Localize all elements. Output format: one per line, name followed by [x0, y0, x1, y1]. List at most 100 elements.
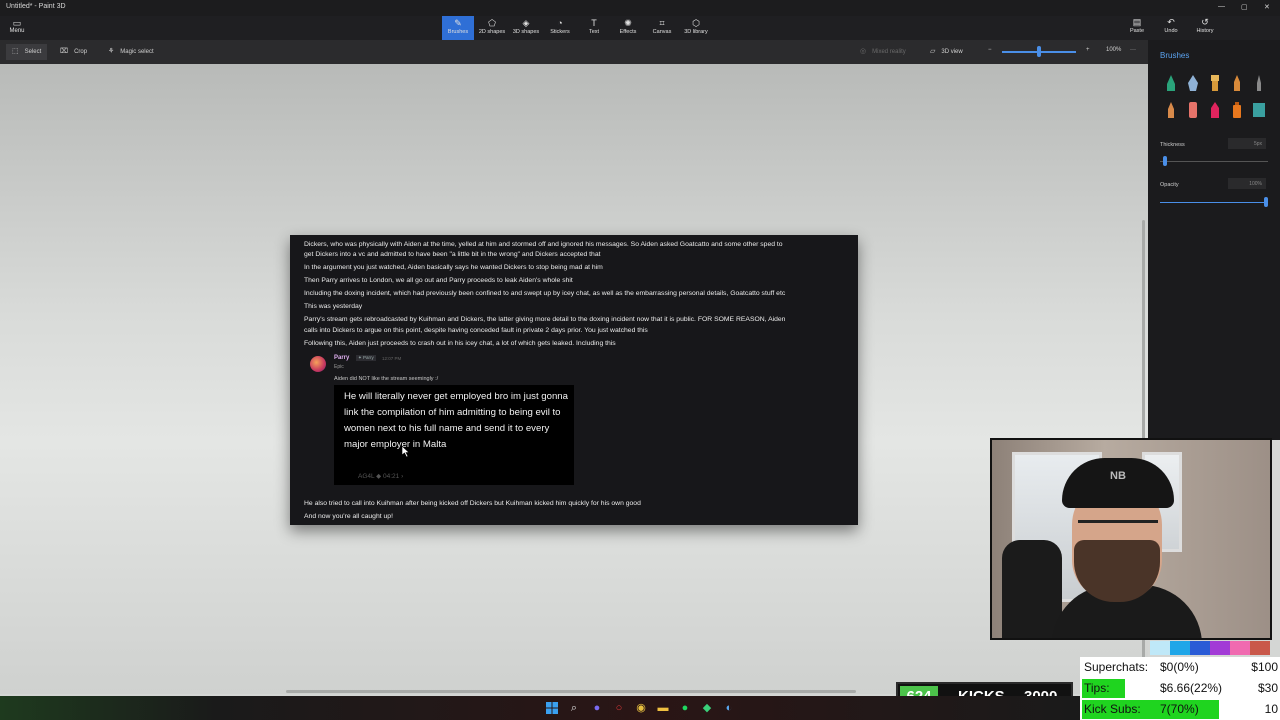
paste-button[interactable]: ▤ Paste	[1122, 17, 1152, 34]
app-icon[interactable]: ◆	[700, 701, 714, 715]
thickness-slider-handle[interactable]	[1163, 156, 1167, 166]
opacity-input[interactable]: 100%	[1228, 178, 1266, 189]
opacity-slider-handle[interactable]	[1264, 197, 1268, 207]
message-time: 12:07 PM	[382, 356, 402, 361]
tab-3d-shapes[interactable]: ◈ 3D shapes	[510, 16, 542, 40]
watercolor-brush-icon[interactable]	[1230, 74, 1244, 92]
thickness-input[interactable]: 5px	[1228, 138, 1266, 149]
goal-target: 10	[1264, 702, 1278, 716]
doc-line: Following this, Aiden just proceeds to c…	[304, 340, 616, 347]
mouse-cursor-icon	[402, 446, 410, 457]
goal-label: Kick Subs:	[1084, 702, 1141, 716]
message-role-tag: ✦ Parry	[356, 355, 376, 361]
discord-icon[interactable]: ●	[590, 701, 604, 715]
tab-effects[interactable]: ✺ Effects	[612, 16, 644, 40]
doc-line: Parry's stream gets rebroadcasted by Kui…	[304, 316, 786, 323]
goal-target: $30	[1257, 681, 1278, 695]
pencil-icon[interactable]	[1164, 101, 1178, 119]
file-explorer-icon[interactable]: ▬	[656, 701, 670, 715]
pasted-screenshot[interactable]: Dickers, who was physically with Aiden a…	[290, 235, 858, 525]
doc-line: get Dickers into a vc and admitted to ha…	[304, 251, 601, 258]
stickers-icon: ◔	[557, 18, 563, 28]
goal-kick-subs: Kick Subs: 7(70%) 10	[1080, 699, 1280, 720]
message-author: Parry	[334, 355, 350, 361]
effects-icon: ✺	[624, 18, 632, 28]
thickness-slider-track[interactable]	[1160, 161, 1268, 162]
spotify-icon[interactable]: ●	[678, 701, 692, 715]
stream-goals: Superchats: $0(0%) $100 Tips: $6.66(22%)…	[1080, 657, 1280, 720]
title-bar: Untitled* - Paint 3D — ▢ ✕	[0, 0, 1280, 16]
doc-line: In the argument you just watched, Aiden …	[304, 264, 603, 271]
window-title: Untitled* - Paint 3D	[6, 3, 66, 10]
tab-brushes[interactable]: ✎ Brushes	[442, 16, 474, 40]
chrome-icon[interactable]: ◉	[634, 701, 648, 715]
eraser-icon[interactable]	[1186, 101, 1200, 119]
tab-canvas[interactable]: ⌗ Canvas	[646, 16, 678, 40]
search-icon[interactable]: ⌕	[567, 701, 581, 715]
calligraphy-pen-icon[interactable]	[1186, 74, 1200, 92]
undo-button[interactable]: ↶ Undo	[1156, 17, 1186, 34]
minimize-button[interactable]: —	[1218, 3, 1225, 10]
text-icon: T	[591, 18, 597, 28]
paint-3d-icon[interactable]: ◐	[722, 701, 736, 715]
crop-tool[interactable]: ⌧ Crop	[60, 47, 87, 55]
opera-icon[interactable]: ○	[612, 701, 626, 715]
zoom-slider-handle[interactable]	[1037, 46, 1041, 57]
color-palette-strip	[1150, 641, 1270, 655]
quoted-message-image: He will literally never get employed bro…	[334, 385, 574, 485]
avatar	[310, 356, 326, 372]
tab-2d-shapes[interactable]: ⬠ 2D shapes	[476, 16, 508, 40]
webcam-feed: NB	[990, 438, 1272, 640]
paste-icon: ▤	[1132, 17, 1142, 27]
zoom-out-button[interactable]: −	[988, 47, 992, 53]
tab-3d-library[interactable]: ⬡ 3D library	[680, 16, 712, 40]
3d-view-button[interactable]: ▱ 3D view	[930, 47, 963, 55]
message-subtitle: Epic	[334, 364, 344, 370]
goal-target: $100	[1251, 660, 1278, 674]
mixed-reality-button[interactable]: ◎ Mixed reality	[860, 47, 906, 55]
tab-text[interactable]: T Text	[578, 16, 610, 40]
quoted-message-text: He will literally never get employed bro…	[344, 391, 568, 450]
magic-select-tool[interactable]: ⚘ Magic select	[108, 47, 154, 55]
zoom-level: 100%	[1106, 47, 1122, 53]
crop-icon: ⌧	[60, 48, 69, 55]
goal-value: $0(0%)	[1160, 660, 1199, 674]
history-icon: ↺	[1201, 17, 1209, 27]
maximize-button[interactable]: ▢	[1241, 3, 1248, 11]
doc-line: calls into Dickers to argue on this poin…	[304, 327, 648, 334]
doc-line: Then Parry arrives to London, we all go …	[304, 277, 573, 284]
goal-tips: Tips: $6.66(22%) $30	[1080, 678, 1280, 699]
folder-icon: ▭	[12, 18, 22, 28]
tab-stickers[interactable]: ◔ Stickers	[544, 16, 576, 40]
marker-brush-icon[interactable]	[1164, 74, 1178, 92]
brushes-panel: Brushes Thickness Opacity	[1148, 40, 1280, 440]
pixel-pen-icon[interactable]	[1252, 74, 1266, 92]
undo-icon: ↶	[1167, 17, 1175, 27]
2d-shapes-icon: ⬠	[488, 18, 496, 28]
ribbon: ▭ Menu ✎ Brushes ⬠ 2D shapes ◈ 3D shapes…	[0, 16, 1280, 40]
canvas-icon: ⌗	[659, 18, 665, 28]
magic-select-icon: ⚘	[108, 48, 115, 55]
3d-view-icon: ▱	[930, 48, 936, 55]
doc-line: Including the doxing incident, which had…	[304, 290, 786, 297]
more-options-button[interactable]: ···	[1130, 47, 1136, 53]
start-icon[interactable]	[545, 701, 559, 715]
fill-icon[interactable]	[1252, 101, 1266, 119]
panel-title: Brushes	[1160, 51, 1190, 60]
mixed-reality-icon: ◎	[860, 48, 867, 55]
goal-label: Tips:	[1084, 681, 1110, 695]
zoom-in-button[interactable]: +	[1086, 47, 1090, 53]
goal-superchats: Superchats: $0(0%) $100	[1080, 657, 1280, 678]
horizontal-scrollbar[interactable]	[286, 690, 856, 693]
oil-brush-icon[interactable]	[1208, 74, 1222, 92]
menu-button[interactable]: ▭ Menu	[6, 18, 28, 34]
goal-value: 7(70%)	[1160, 702, 1199, 716]
close-button[interactable]: ✕	[1264, 3, 1270, 11]
spraycan-icon[interactable]	[1230, 101, 1244, 119]
opacity-slider-track[interactable]	[1160, 202, 1266, 203]
doc-line: And now you're all caught up!	[304, 513, 393, 520]
crayon-icon[interactable]	[1208, 101, 1222, 119]
goal-label: Superchats:	[1084, 660, 1149, 674]
select-tool[interactable]: ⬚ Select	[6, 44, 48, 60]
history-button[interactable]: ↺ History	[1190, 17, 1220, 34]
